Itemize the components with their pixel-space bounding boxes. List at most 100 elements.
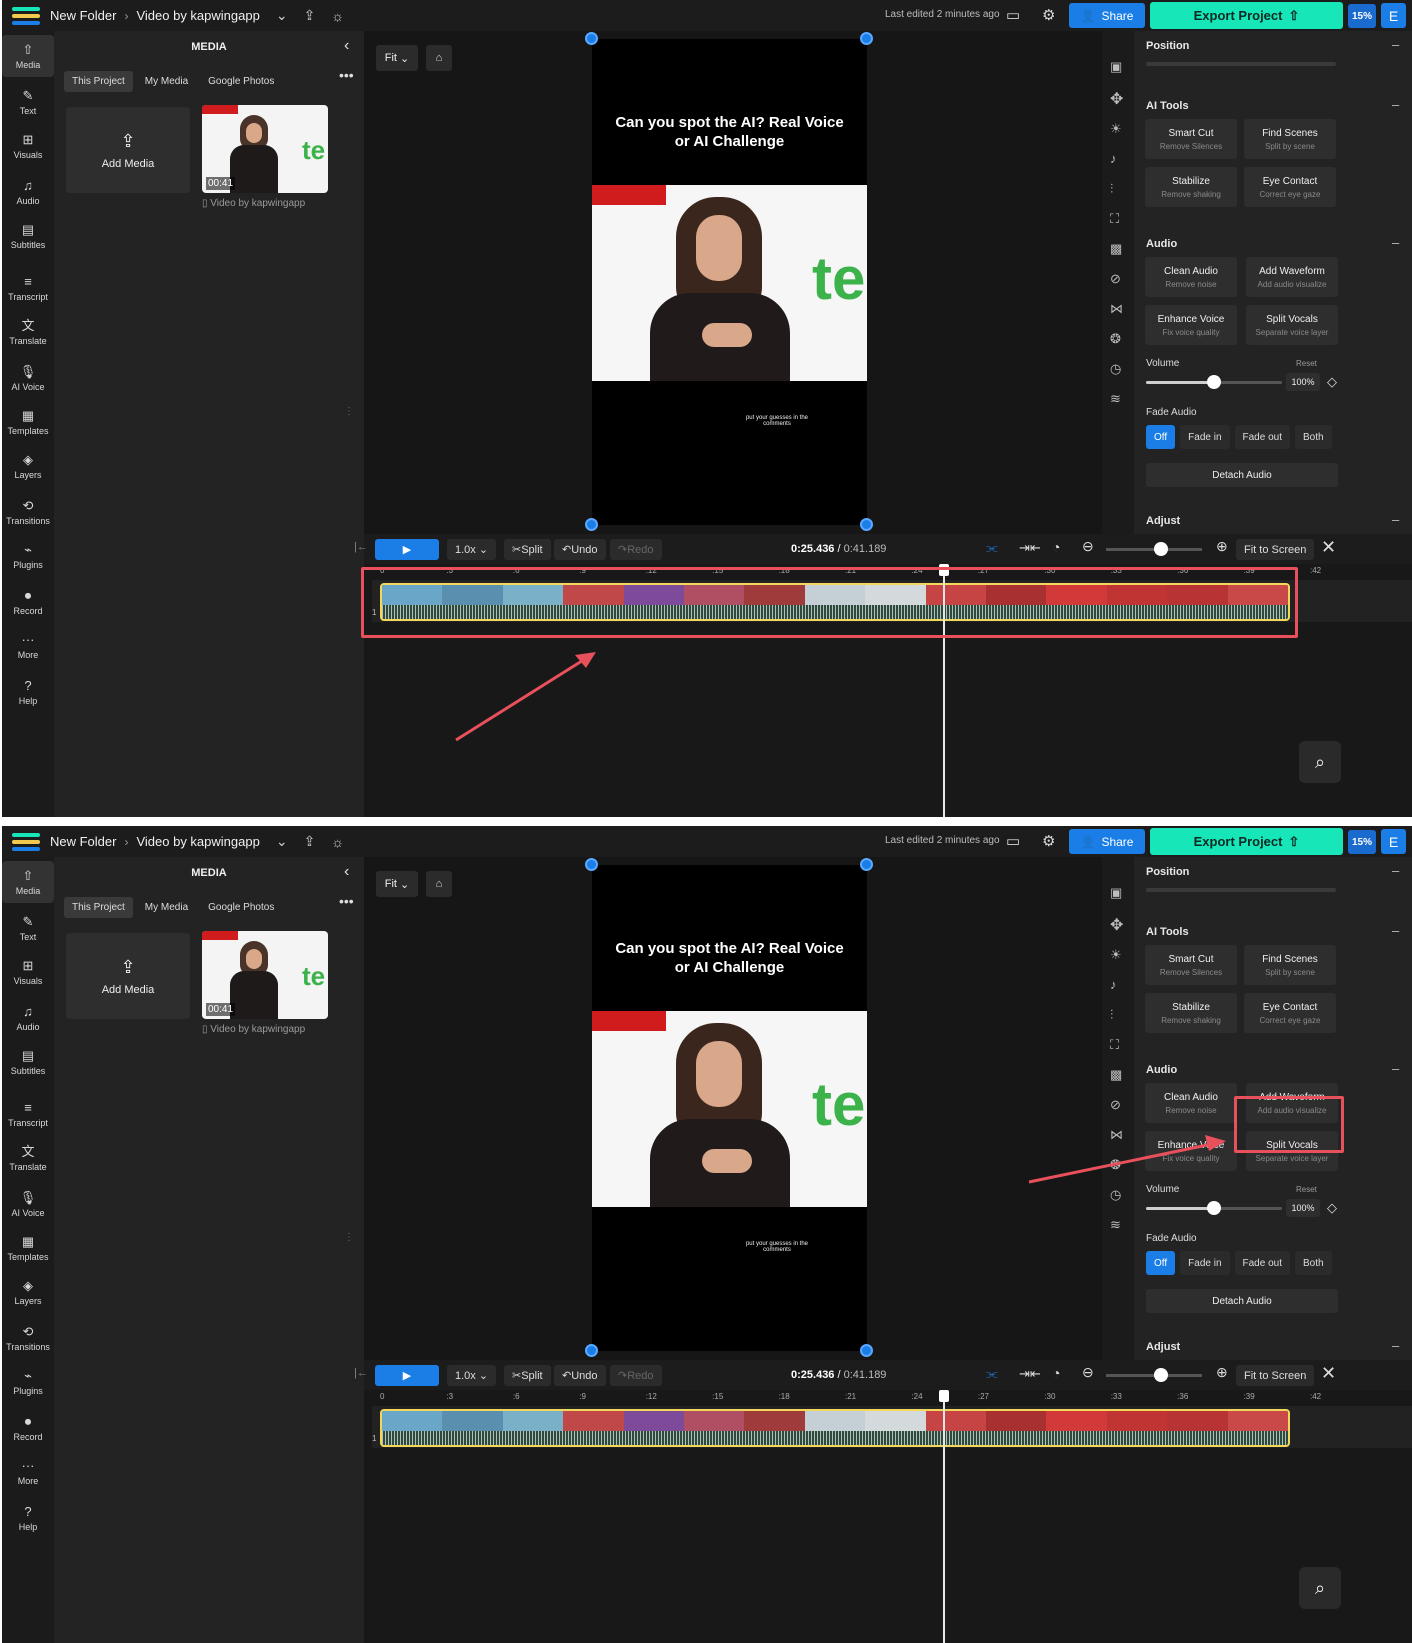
tab-my-media[interactable]: My Media [137, 897, 196, 918]
nav-item-more[interactable]: ··· More [2, 1451, 54, 1493]
upload-icon[interactable]: ⇪ [304, 7, 316, 24]
share-button[interactable]: 👤 Share [1069, 829, 1145, 854]
kapwing-logo[interactable] [12, 6, 40, 25]
sliders-icon[interactable]: ⫶ [1110, 181, 1113, 197]
bowtie-icon[interactable]: ⋈ [1110, 301, 1123, 317]
video-preview[interactable]: Can you spot the AI? Real Voice or AI Ch… [592, 865, 867, 1351]
lightbulb-icon[interactable]: ☼ [331, 834, 344, 850]
volume-reset[interactable]: Reset [1296, 1185, 1317, 1194]
resize-handle[interactable] [585, 518, 598, 531]
snap-icon[interactable]: ⇥⇤ [1019, 540, 1041, 556]
nav-item-layers[interactable]: ◈ Layers [2, 445, 54, 487]
skip-start-icon[interactable]: |← [354, 541, 368, 553]
clean-audio-button[interactable]: Clean Audio Remove noise [1145, 257, 1237, 297]
play-button[interactable]: ▶ [375, 539, 439, 560]
usage-badge[interactable]: 15% [1348, 4, 1376, 28]
resize-handle[interactable] [585, 32, 598, 45]
minus-icon[interactable]: – [1392, 863, 1399, 878]
comment-icon[interactable]: ▭ [1006, 6, 1020, 24]
resize-handle[interactable] [860, 518, 873, 531]
speed-select[interactable]: 1.0x ⌄ [447, 539, 497, 560]
volume-slider[interactable] [1146, 375, 1282, 389]
music-note-icon[interactable]: ♪ [1110, 151, 1117, 166]
enhance-voice-button[interactable]: Enhance Voice Fix voice quality [1145, 1131, 1237, 1171]
usage-badge[interactable]: 15% [1348, 830, 1376, 854]
nav-item-subtitles[interactable]: ▤ Subtitles [2, 1041, 54, 1083]
minus-icon[interactable]: – [1392, 1338, 1399, 1353]
collapse-panel-icon[interactable]: ‹ [344, 37, 349, 55]
project-title[interactable]: Video by kapwingapp [136, 8, 259, 23]
fade-both-button[interactable]: Both [1295, 425, 1332, 449]
export-project-button[interactable]: Export Project ⇧ [1150, 828, 1343, 855]
stabilize-button[interactable]: Stabilize Remove shaking [1145, 167, 1237, 207]
music-note-icon[interactable]: ♪ [1110, 977, 1117, 992]
stabilize-button[interactable]: Stabilize Remove shaking [1145, 993, 1237, 1033]
gear-icon[interactable]: ⚙ [1042, 832, 1055, 850]
nav-item-visuals[interactable]: ⊞ Visuals [2, 125, 54, 167]
fade-in-button[interactable]: Fade in [1180, 1251, 1230, 1275]
nav-item-templates[interactable]: ▦ Templates [2, 401, 54, 443]
nav-item-visuals[interactable]: ⊞ Visuals [2, 951, 54, 993]
nav-item-media[interactable]: ⇧ Media [2, 35, 54, 77]
avatar[interactable]: E [1381, 3, 1406, 28]
search-icon[interactable]: ⌕ [1299, 741, 1341, 783]
resize-handle[interactable] [585, 858, 598, 871]
speed-select[interactable]: 1.0x ⌄ [447, 1365, 497, 1386]
tab-google-photos[interactable]: Google Photos [200, 71, 282, 92]
split-button[interactable]: ✂ Split [504, 539, 551, 560]
upload-icon[interactable]: ⇪ [304, 833, 316, 850]
nav-item-templates[interactable]: ▦ Templates [2, 1227, 54, 1269]
expand-icon[interactable]: ⛶ [1110, 1037, 1119, 1053]
fit-to-screen-button[interactable]: Fit to Screen [1236, 539, 1315, 560]
zoom-out-icon[interactable]: ⊖ [1082, 1364, 1094, 1381]
nav-item-transitions[interactable]: ⟲ Transitions [2, 1317, 54, 1359]
volume-value[interactable]: 100% [1286, 373, 1320, 391]
fade-out-button[interactable]: Fade out [1234, 1251, 1290, 1275]
add-media-button[interactable]: ⇪ Add Media [66, 933, 190, 1019]
minus-icon[interactable]: – [1392, 923, 1399, 938]
sliders-icon[interactable]: ⫶ [1110, 1007, 1113, 1023]
gear-icon[interactable]: ⚙ [1042, 6, 1055, 24]
undo-button[interactable]: ↶ Undo [554, 1365, 606, 1386]
smart-cut-button[interactable]: Smart Cut Remove Silences [1145, 119, 1237, 159]
minus-icon[interactable]: – [1392, 512, 1399, 527]
keyframe-icon[interactable]: ◇ [1327, 374, 1337, 390]
zoom-in-icon[interactable]: ⊕ [1216, 538, 1228, 555]
nav-item-text[interactable]: ✎ Text [2, 81, 54, 123]
enhance-voice-button[interactable]: Enhance Voice Fix voice quality [1145, 305, 1237, 345]
zoom-knob[interactable] [1154, 542, 1168, 556]
media-thumbnail[interactable]: te 00:41 [202, 105, 328, 193]
position-inputs[interactable] [1146, 62, 1336, 66]
eye-contact-button[interactable]: Eye Contact Correct eye gaze [1244, 167, 1336, 207]
nav-item-text[interactable]: ✎ Text [2, 907, 54, 949]
chevron-down-icon[interactable]: ⌄ [276, 7, 288, 24]
chevron-down-icon[interactable]: ⌄ [276, 833, 288, 850]
nav-item-transcript[interactable]: ≡ Transcript [2, 1093, 54, 1135]
find-scenes-button[interactable]: Find Scenes Split by scene [1244, 119, 1336, 159]
export-project-button[interactable]: Export Project ⇧ [1150, 2, 1343, 29]
minus-icon[interactable]: – [1392, 97, 1399, 112]
tab-this-project[interactable]: This Project [64, 71, 133, 92]
nav-item-record[interactable]: ⏺ Record [2, 581, 54, 623]
clean-audio-button[interactable]: Clean Audio Remove noise [1145, 1083, 1237, 1123]
layers-icon[interactable]: ≋ [1110, 1217, 1121, 1233]
resize-handle[interactable] [860, 32, 873, 45]
breadcrumb-folder[interactable]: New Folder [50, 8, 116, 23]
more-options-icon[interactable]: ••• [339, 893, 354, 909]
detach-audio-button[interactable]: Detach Audio [1146, 463, 1338, 487]
search-icon[interactable]: ⌕ [1299, 1567, 1341, 1609]
nav-item-ai-voice[interactable]: 🎙 AI Voice [2, 357, 54, 399]
minus-icon[interactable]: – [1392, 37, 1399, 52]
move-icon[interactable]: ✥ [1110, 915, 1123, 935]
nav-item-help[interactable]: ? Help [2, 671, 54, 713]
redo-button[interactable]: ↷ Redo [610, 1365, 662, 1386]
nav-item-transitions[interactable]: ⟲ Transitions [2, 491, 54, 533]
nav-item-plugins[interactable]: ⌁ Plugins [2, 535, 54, 577]
playhead[interactable] [943, 1390, 946, 1643]
resize-handle[interactable] [860, 858, 873, 871]
fade-in-button[interactable]: Fade in [1180, 425, 1230, 449]
fit-select[interactable]: Fit ⌄ [376, 871, 418, 897]
brightness-icon[interactable]: ☀ [1110, 121, 1122, 137]
position-inputs[interactable] [1146, 888, 1336, 892]
loop-icon[interactable]: ◔ [1052, 539, 1060, 555]
